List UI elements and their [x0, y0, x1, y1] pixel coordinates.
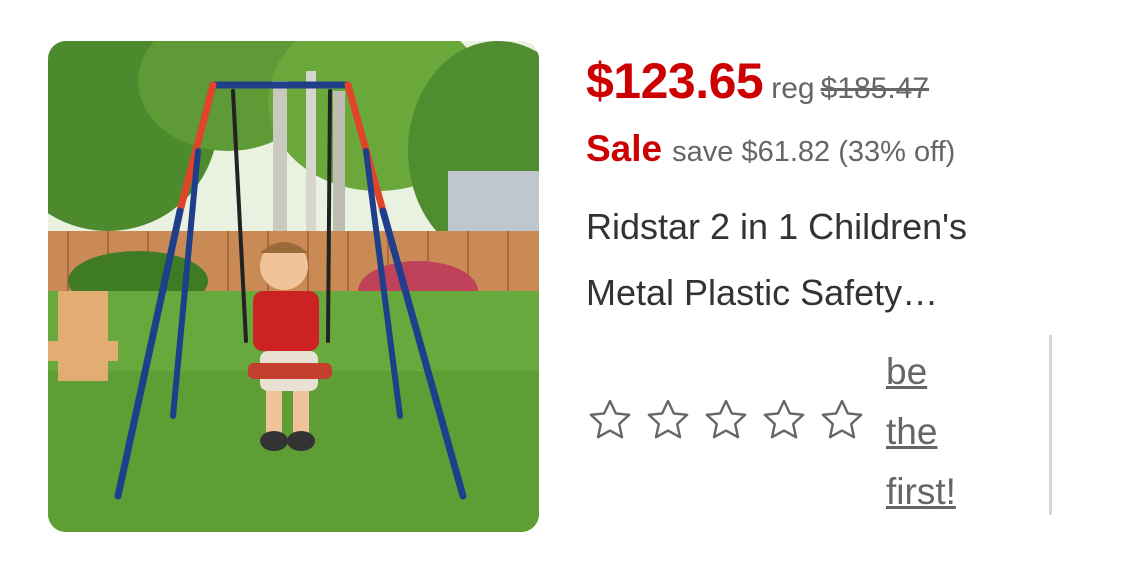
sale-badge: Sale — [586, 128, 663, 169]
sale-row: Sale save $61.82 (33% off) — [586, 128, 955, 170]
review-link-line-1[interactable]: be — [886, 342, 1006, 402]
vertical-divider — [1049, 335, 1052, 515]
product-image[interactable] — [48, 41, 539, 532]
star-outline-icon — [821, 399, 863, 439]
product-title-line-2[interactable]: Metal Plastic Safety… — [586, 272, 938, 314]
reg-label: reg — [771, 72, 815, 105]
product-title-line-1[interactable]: Ridstar 2 in 1 Children's — [586, 206, 967, 248]
price-row: $123.65 reg $185.47 — [586, 52, 929, 110]
star-outline-icon — [763, 399, 805, 439]
rating-stars — [586, 396, 866, 452]
swing-set-photo — [48, 41, 539, 532]
savings-text: save $61.82 (33% off) — [672, 136, 956, 168]
be-the-first-review-link[interactable]: be the first! — [886, 342, 1006, 522]
star-outline-icon — [647, 399, 689, 439]
review-link-line-3[interactable]: first! — [886, 462, 1006, 522]
product-card[interactable]: $123.65 reg $185.47 Sale save $61.82 (33% o… — [0, 0, 1125, 587]
sale-price: $123.65 — [586, 53, 764, 109]
star-outline-icon — [705, 399, 747, 439]
star-outline-icon — [589, 399, 631, 439]
review-link-line-2[interactable]: the — [886, 402, 1006, 462]
regular-price: $185.47 — [820, 72, 930, 105]
